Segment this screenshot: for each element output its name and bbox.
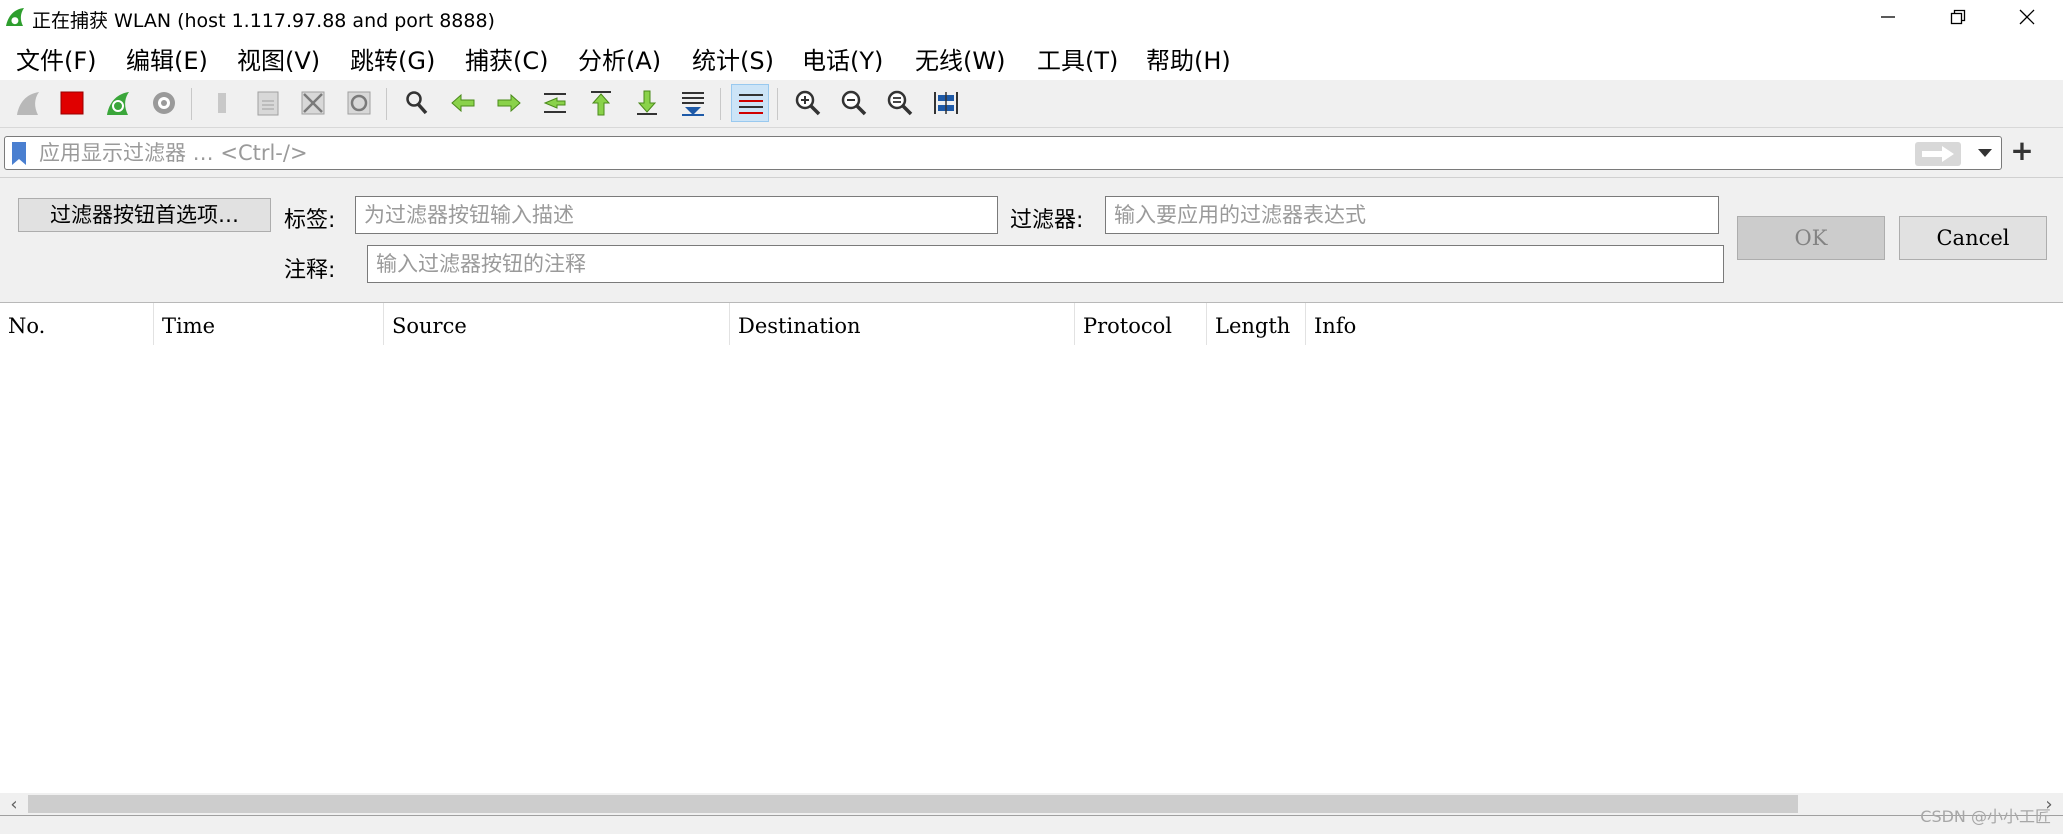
- column-header-length[interactable]: Length: [1207, 303, 1306, 345]
- ok-button[interactable]: OK: [1737, 216, 1885, 260]
- colorize-icon: [739, 94, 763, 114]
- filter-caption: 过滤器:: [1010, 208, 1084, 233]
- menu-go[interactable]: 跳转(G): [350, 41, 435, 76]
- auto-scroll-icon: [682, 92, 704, 116]
- toolbar-separator: [777, 88, 778, 120]
- chevron-down-icon[interactable]: [1977, 147, 1993, 159]
- first-packet-icon: [591, 91, 611, 116]
- zoom-out-button[interactable]: [835, 84, 873, 122]
- normal-size-button[interactable]: [881, 84, 919, 122]
- status-bar: [0, 815, 2063, 834]
- find-packet-button[interactable]: [398, 84, 436, 122]
- menu-edit[interactable]: 编辑(E): [126, 41, 208, 76]
- comment-caption: 注释:: [284, 258, 336, 283]
- reload-file-button[interactable]: [340, 84, 378, 122]
- zoom-in-button[interactable]: [789, 84, 827, 122]
- menu-file[interactable]: 文件(F): [16, 41, 97, 76]
- column-header-destination[interactable]: Destination: [730, 303, 1075, 345]
- start-capture-icon: [17, 92, 39, 115]
- close-window-button[interactable]: [1993, 0, 2063, 34]
- restore-button[interactable]: [1924, 0, 1994, 34]
- minimize-button[interactable]: [1854, 0, 1924, 34]
- wireshark-app-icon: ●: [6, 8, 24, 26]
- save-file-icon: [257, 91, 279, 116]
- packet-list[interactable]: No. Time Source Destination Protocol Len…: [0, 303, 2063, 793]
- bookmark-icon[interactable]: [11, 142, 27, 165]
- column-header-no[interactable]: No.: [0, 303, 154, 345]
- toolbar-separator: [386, 88, 387, 120]
- display-filter-bar: +: [0, 128, 2063, 178]
- close-icon: [2019, 9, 2035, 25]
- window-title: 正在捕获 WLAN (host 1.117.97.88 and port 888…: [32, 10, 495, 32]
- zoom-out-icon: [841, 90, 867, 116]
- open-file-icon: [218, 93, 226, 113]
- menu-analyze[interactable]: 分析(A): [578, 41, 661, 76]
- go-back-icon: [451, 93, 475, 113]
- filter-button-prefs-button[interactable]: 过滤器按钮首选项…: [18, 198, 271, 232]
- filter-expression-input[interactable]: [1105, 196, 1719, 234]
- column-header-source[interactable]: Source: [384, 303, 730, 345]
- column-header-protocol[interactable]: Protocol: [1075, 303, 1207, 345]
- reload-file-icon: [347, 91, 371, 115]
- menu-wireless[interactable]: 无线(W): [915, 41, 1005, 76]
- menu-telephony[interactable]: 电话(Y): [802, 41, 883, 76]
- label-caption: 标签:: [284, 208, 336, 233]
- minimize-icon: [1881, 16, 1895, 18]
- scroll-left-icon[interactable]: ‹: [3, 794, 25, 815]
- go-forward-button[interactable]: [490, 84, 528, 122]
- close-file-button[interactable]: [294, 84, 332, 122]
- menu-view[interactable]: 视图(V): [237, 41, 320, 76]
- menu-statistics[interactable]: 统计(S): [692, 41, 774, 76]
- title-bar: ● 正在捕获 WLAN (host 1.117.97.88 and port 8…: [0, 0, 2063, 34]
- zoom-in-icon: [795, 90, 821, 116]
- stop-capture-icon: [60, 91, 84, 115]
- column-header-time[interactable]: Time: [154, 303, 384, 345]
- toolbar-separator: [191, 88, 192, 120]
- capture-options-button[interactable]: [145, 84, 183, 122]
- last-packet-icon: [637, 90, 657, 115]
- arrow-right-icon: [1922, 146, 1954, 162]
- resize-columns-icon: [934, 92, 958, 114]
- menu-bar: 文件(F) 编辑(E) 视图(V) 跳转(G) 捕获(C) 分析(A) 统计(S…: [0, 34, 2063, 78]
- display-filter-box: [4, 136, 2002, 170]
- scrollbar-thumb[interactable]: [28, 795, 1798, 813]
- go-back-button[interactable]: [444, 84, 482, 122]
- menu-capture[interactable]: 捕获(C): [465, 41, 548, 76]
- toolbar-separator: [720, 88, 721, 120]
- menu-tools[interactable]: 工具(T): [1037, 41, 1118, 76]
- apply-filter-button[interactable]: [1915, 142, 1961, 166]
- add-filter-button[interactable]: +: [2008, 134, 2036, 168]
- save-file-button[interactable]: [249, 84, 287, 122]
- label-input[interactable]: [355, 196, 998, 234]
- stop-capture-button[interactable]: [53, 84, 91, 122]
- restart-capture-icon: [107, 92, 129, 115]
- svg-text:●: ●: [11, 16, 19, 26]
- close-file-icon: [301, 91, 325, 115]
- open-file-button[interactable]: [203, 84, 241, 122]
- first-packet-button[interactable]: [582, 84, 620, 122]
- horizontal-scrollbar[interactable]: ‹ ›: [0, 793, 2063, 815]
- display-filter-input[interactable]: [39, 138, 1909, 168]
- find-packet-icon: [406, 91, 428, 115]
- go-forward-icon: [497, 93, 521, 113]
- go-to-packet-button[interactable]: [536, 84, 574, 122]
- resize-columns-button[interactable]: [927, 84, 965, 122]
- main-toolbar: [0, 80, 2063, 128]
- cancel-button[interactable]: Cancel: [1899, 216, 2047, 260]
- start-capture-button[interactable]: [9, 84, 47, 122]
- menu-help[interactable]: 帮助(H): [1146, 41, 1231, 76]
- colorize-button[interactable]: [731, 84, 769, 122]
- normal-size-icon: [887, 90, 913, 116]
- column-header-info[interactable]: Info: [1306, 303, 1506, 345]
- restore-icon: [1950, 9, 1966, 25]
- last-packet-button[interactable]: [628, 84, 666, 122]
- comment-input[interactable]: [367, 245, 1724, 283]
- go-to-packet-icon: [543, 93, 566, 113]
- auto-scroll-button[interactable]: [674, 84, 712, 122]
- restart-capture-button[interactable]: [99, 84, 137, 122]
- filter-button-editor: 过滤器按钮首选项… 标签: 过滤器: 注释: OK Cancel: [0, 178, 2063, 303]
- capture-options-icon: [153, 92, 175, 114]
- watermark: CSDN @小小工匠: [1920, 807, 2051, 826]
